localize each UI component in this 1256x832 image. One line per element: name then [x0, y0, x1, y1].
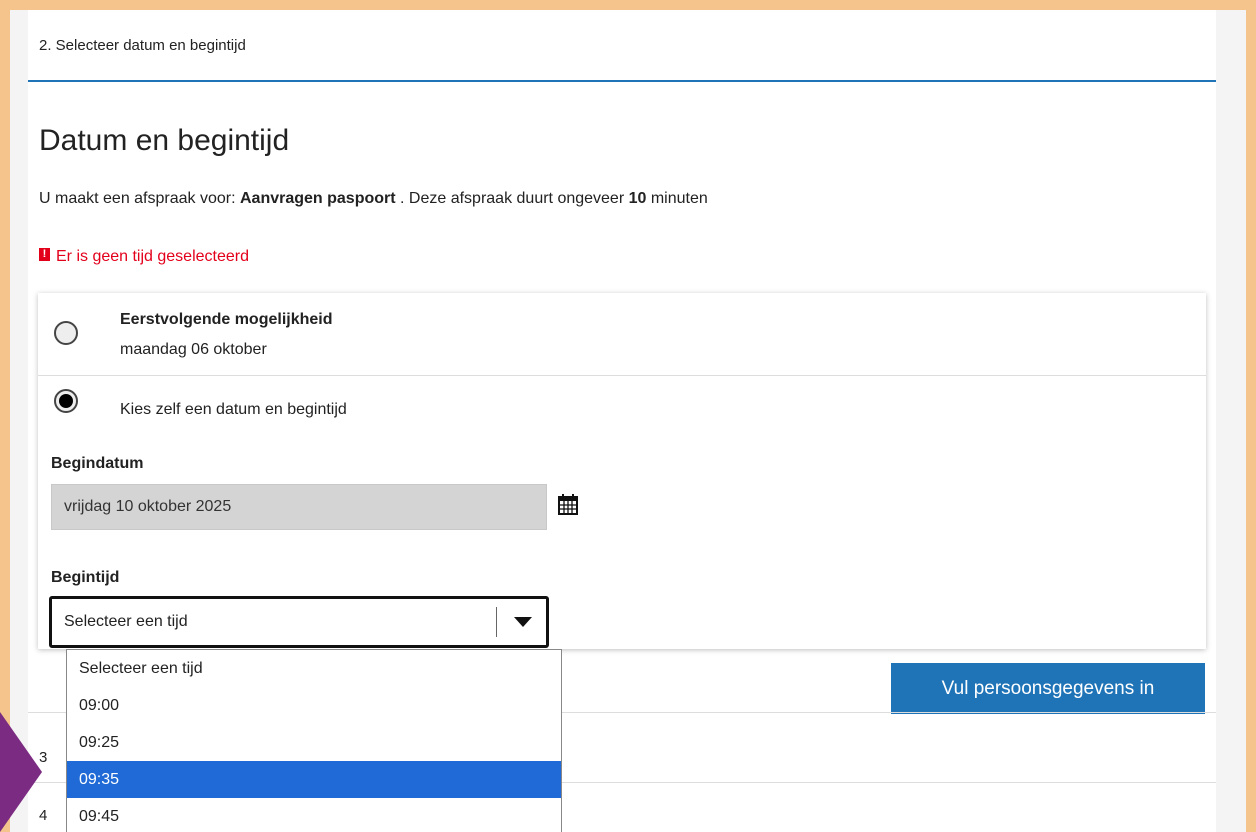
begindatum-value: vrijdag 10 oktober 2025 [64, 498, 232, 515]
step-header-label: 2. Selecteer datum en begintijd [39, 36, 246, 54]
next-button-label: Vul persoonsgegevens in [941, 677, 1155, 699]
begintijd-label: Begintijd [51, 569, 120, 586]
dropdown-option-highlighted[interactable]: 09:35 [67, 761, 561, 798]
error-message: ! Er is geen tijd geselecteerd [39, 247, 249, 266]
step-number: 3 [39, 749, 48, 766]
option-custom-label: Kies zelf een datum en begintijd [120, 401, 347, 418]
next-button[interactable]: Vul persoonsgegevens in [891, 663, 1205, 714]
page: 2. Selecteer datum en begintijd Datum en… [10, 10, 1246, 832]
option-first-date: maandag 06 oktober [120, 341, 267, 358]
intro-middle: . Deze afspraak duurt ongeveer [395, 190, 629, 207]
begintijd-value: Selecteer een tijd [64, 613, 188, 630]
time-dropdown-list[interactable]: Selecteer een tijd 09:00 09:25 09:35 09:… [66, 649, 562, 832]
dropdown-option[interactable]: 09:00 [67, 687, 561, 724]
intro-prefix: U maakt een afspraak voor: [39, 190, 240, 207]
radio-first-available[interactable] [54, 321, 78, 345]
error-icon: ! [39, 247, 50, 261]
intro-suffix: minuten [646, 190, 708, 207]
page-title: Datum en begintijd [39, 124, 290, 157]
step-header[interactable]: 2. Selecteer datum en begintijd [28, 10, 1216, 82]
step-number: 4 [39, 807, 48, 824]
date-time-card: Eerstvolgende mogelijkheid maandag 06 ok… [38, 293, 1206, 649]
dropdown-option[interactable]: Selecteer een tijd [67, 650, 561, 687]
main-content: 2. Selecteer datum en begintijd Datum en… [28, 10, 1216, 832]
intro-service: Aanvragen paspoort [239, 190, 396, 207]
chevron-down-icon[interactable] [514, 617, 532, 627]
begindatum-label: Begindatum [51, 455, 144, 472]
calendar-icon[interactable] [557, 494, 579, 516]
intro-duration: 10 [628, 190, 647, 207]
radio-custom[interactable] [54, 389, 78, 413]
option-first-available[interactable]: Eerstvolgende mogelijkheid maandag 06 ok… [38, 293, 1206, 376]
dropdown-option[interactable]: 09:25 [67, 724, 561, 761]
select-separator [496, 607, 497, 637]
option-first-title: Eerstvolgende mogelijkheid [120, 311, 333, 328]
dropdown-option[interactable]: 09:45 [67, 798, 561, 832]
appointment-intro: U maakt een afspraak voor: Aanvragen pas… [39, 190, 708, 208]
error-text: Er is geen tijd geselecteerd [56, 248, 249, 265]
begintijd-select[interactable]: Selecteer een tijd [49, 596, 549, 648]
begindatum-field[interactable]: vrijdag 10 oktober 2025 [51, 484, 547, 530]
